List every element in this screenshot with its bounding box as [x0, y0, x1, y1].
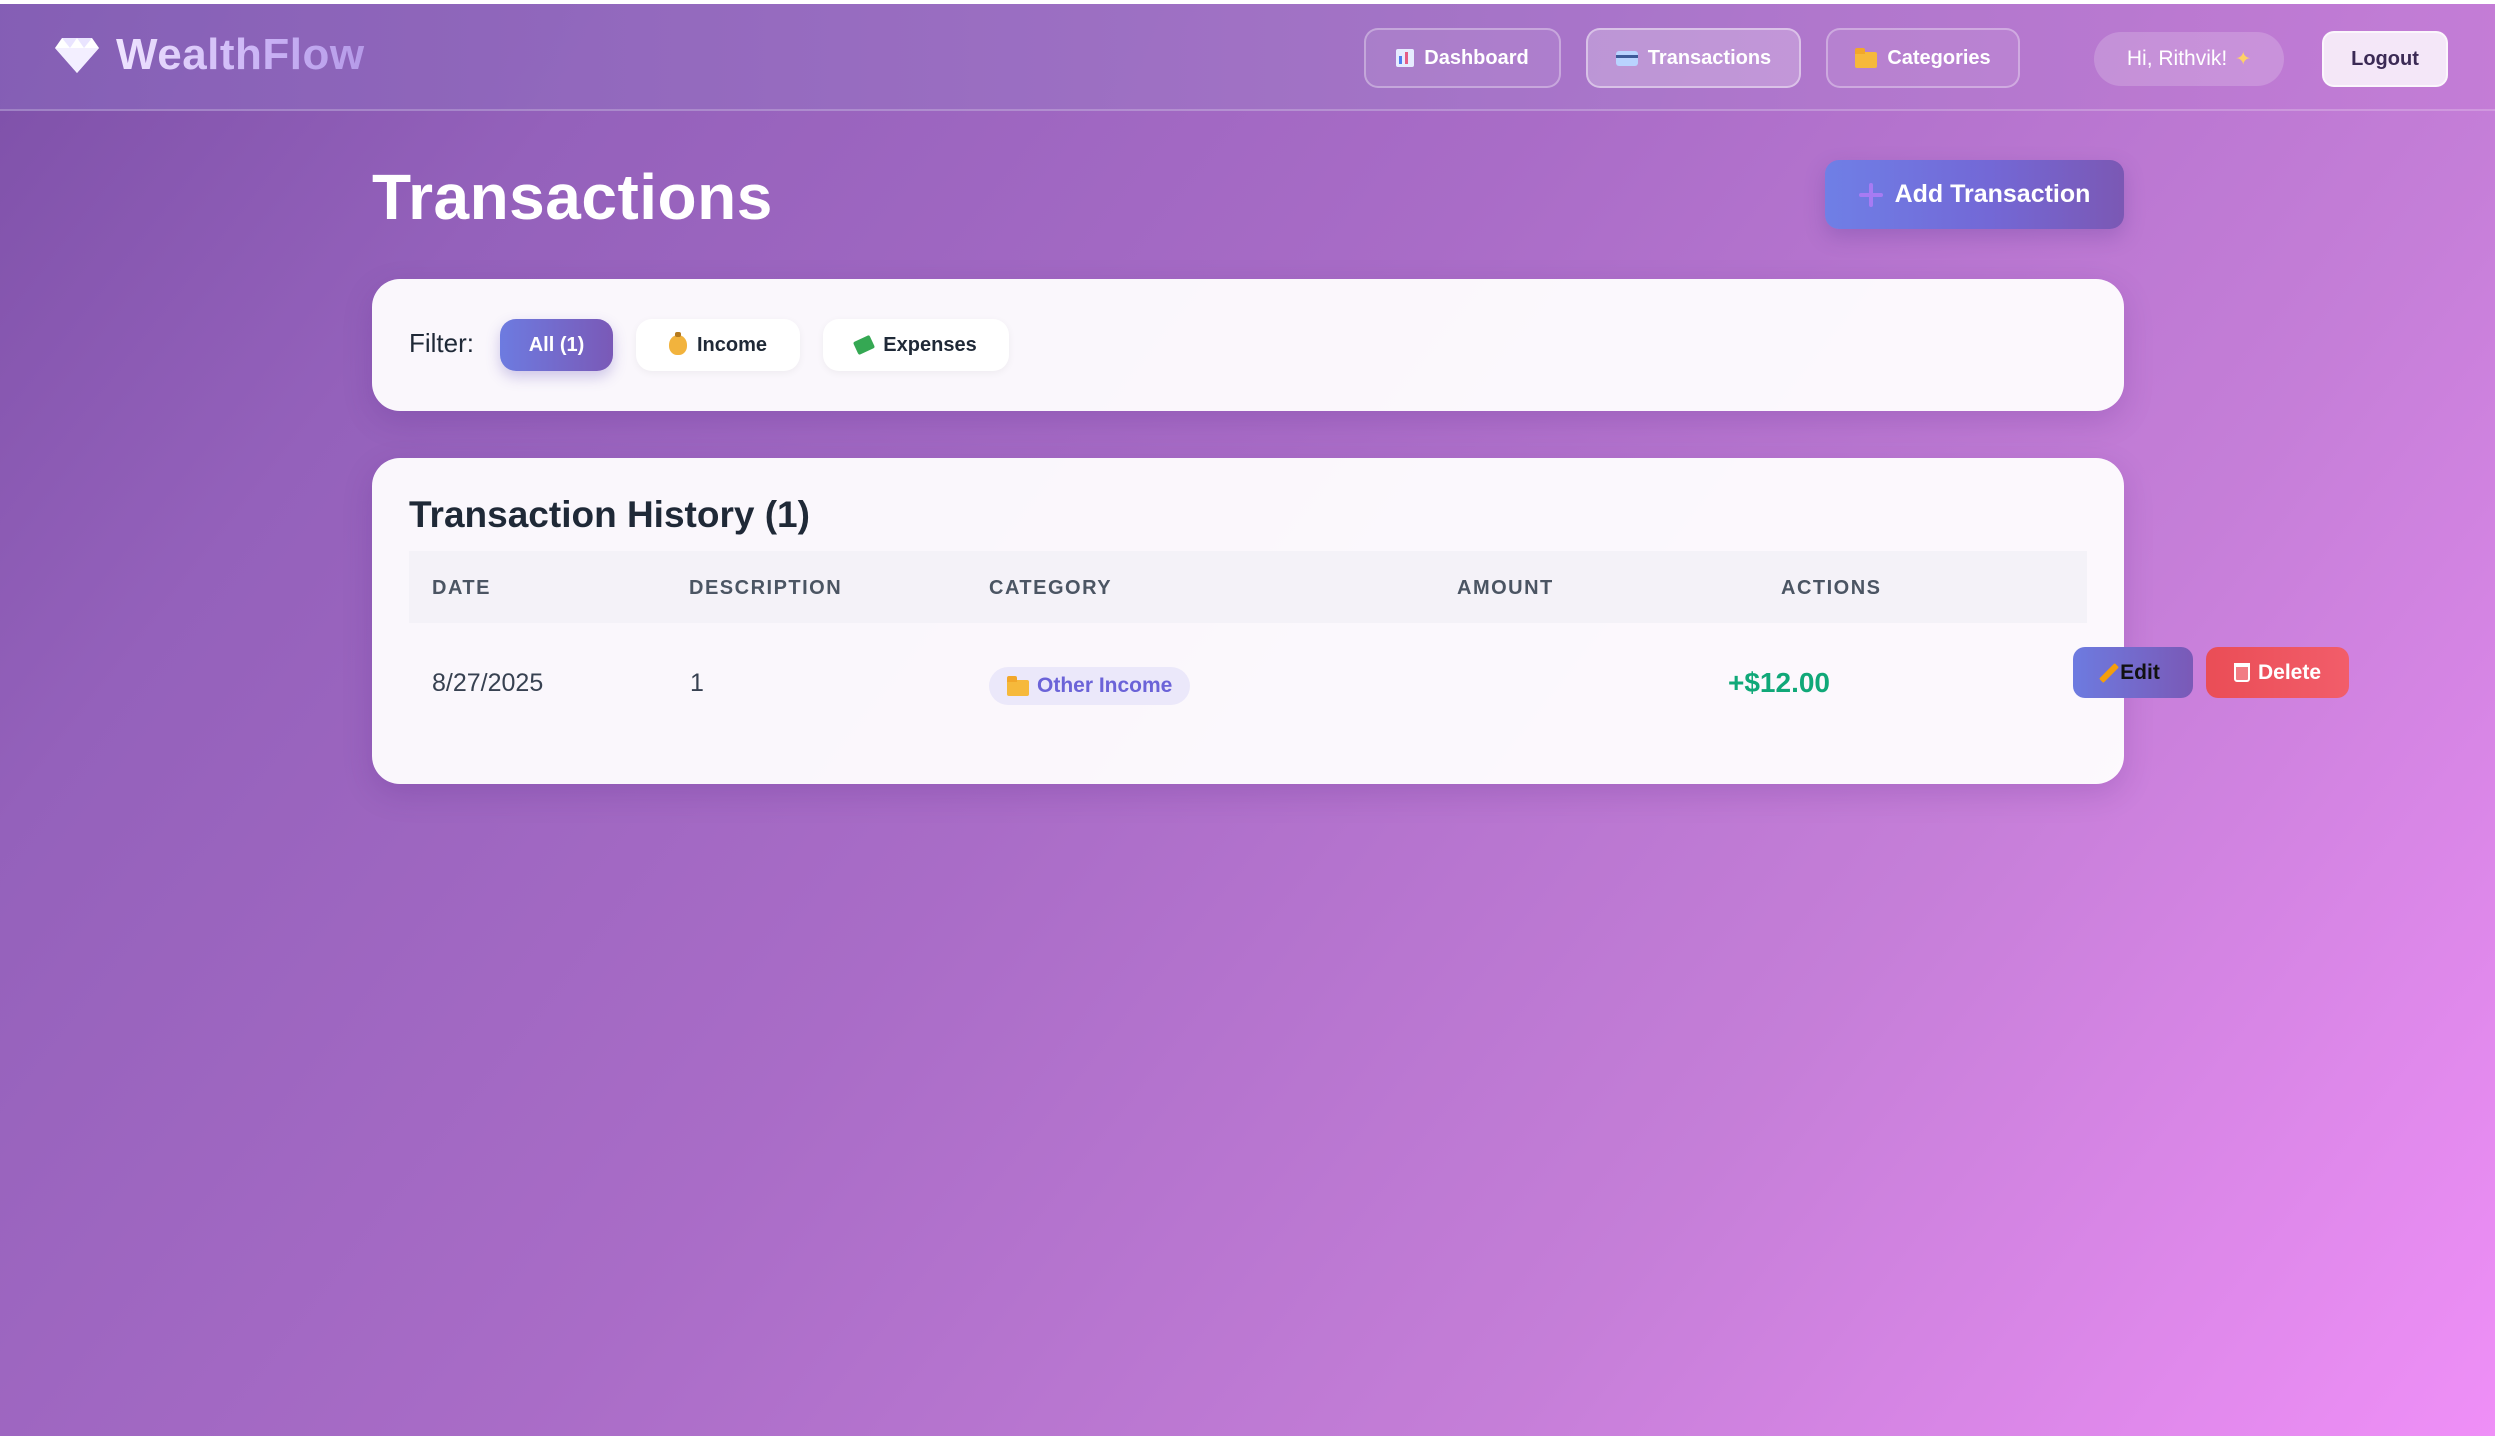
add-transaction-label: Add Transaction — [1894, 180, 2091, 208]
brand-name: WealthFlow — [116, 30, 365, 79]
nav-categories-label: Categories — [1887, 46, 1991, 69]
table-header: DATE DESCRIPTION CATEGORY AMOUNT ACTIONS — [409, 551, 2087, 623]
transaction-date: 8/27/2025 — [432, 669, 544, 697]
column-header-description: DESCRIPTION — [689, 577, 843, 599]
transaction-amount: +$12.00 — [1728, 667, 1830, 698]
filter-income-button[interactable]: Income — [636, 319, 800, 371]
page-title: Transactions — [372, 161, 773, 233]
filter-expenses-label: Expenses — [883, 333, 977, 356]
transaction-history-title: Transaction History (1) — [409, 494, 810, 535]
bar-chart-icon — [1396, 49, 1415, 67]
filter-all-label: All (1) — [528, 333, 585, 356]
filter-expenses-button[interactable]: Expenses — [823, 319, 1009, 371]
folder-icon — [1855, 47, 1878, 68]
logout-button[interactable]: Logout — [2322, 31, 2448, 87]
brand[interactable]: WealthFlow — [54, 30, 365, 80]
trash-icon — [2233, 663, 2250, 682]
delete-label: Delete — [2257, 660, 2322, 684]
edit-button[interactable]: Edit — [2073, 647, 2193, 698]
filter-all-button[interactable]: All (1) — [500, 319, 613, 371]
nav-categories-button[interactable]: Categories — [1826, 28, 2020, 88]
diamond-icon — [55, 38, 99, 73]
pencil-icon — [2099, 662, 2120, 683]
nav-transactions-label: Transactions — [1647, 46, 1772, 69]
sparkle-icon: ✦ — [2235, 48, 2252, 70]
money-with-wings-icon — [853, 334, 876, 356]
credit-card-icon — [1615, 50, 1638, 66]
filter-card: Filter: All (1) Income Expenses — [372, 279, 2124, 411]
money-bag-icon — [668, 332, 687, 355]
add-transaction-button[interactable]: Add Transaction — [1825, 160, 2124, 229]
column-header-category: CATEGORY — [989, 577, 1113, 599]
column-header-date: DATE — [432, 577, 491, 599]
folder-icon — [1007, 675, 1029, 696]
category-badge: Other Income — [989, 667, 1191, 705]
delete-button[interactable]: Delete — [2206, 647, 2349, 698]
table-row: 8/27/2025 1 Other Income +$12.00 Edit De… — [409, 623, 2349, 745]
nav-dashboard-button[interactable]: Dashboard — [1364, 28, 1561, 88]
nav-dashboard-label: Dashboard — [1424, 46, 1529, 69]
greeting-text: Hi, Rithvik! — [2126, 47, 2228, 70]
nav-transactions-button[interactable]: Transactions — [1586, 28, 1801, 88]
top-navigation-bar: WealthFlow Dashboard Transactions Catego… — [0, 4, 2495, 111]
transaction-description: 1 — [690, 669, 704, 697]
transaction-history-card: Transaction History (1) DATE DESCRIPTION… — [372, 458, 2349, 784]
filter-label: Filter: — [409, 328, 474, 358]
user-greeting: Hi, Rithvik! ✦ — [2094, 32, 2284, 86]
edit-label: Edit — [2120, 660, 2160, 684]
filter-income-label: Income — [696, 333, 768, 356]
column-header-amount: AMOUNT — [1457, 577, 1554, 599]
column-header-actions: ACTIONS — [1781, 577, 1882, 599]
plus-icon — [1858, 182, 1883, 207]
category-label: Other Income — [1037, 674, 1173, 697]
